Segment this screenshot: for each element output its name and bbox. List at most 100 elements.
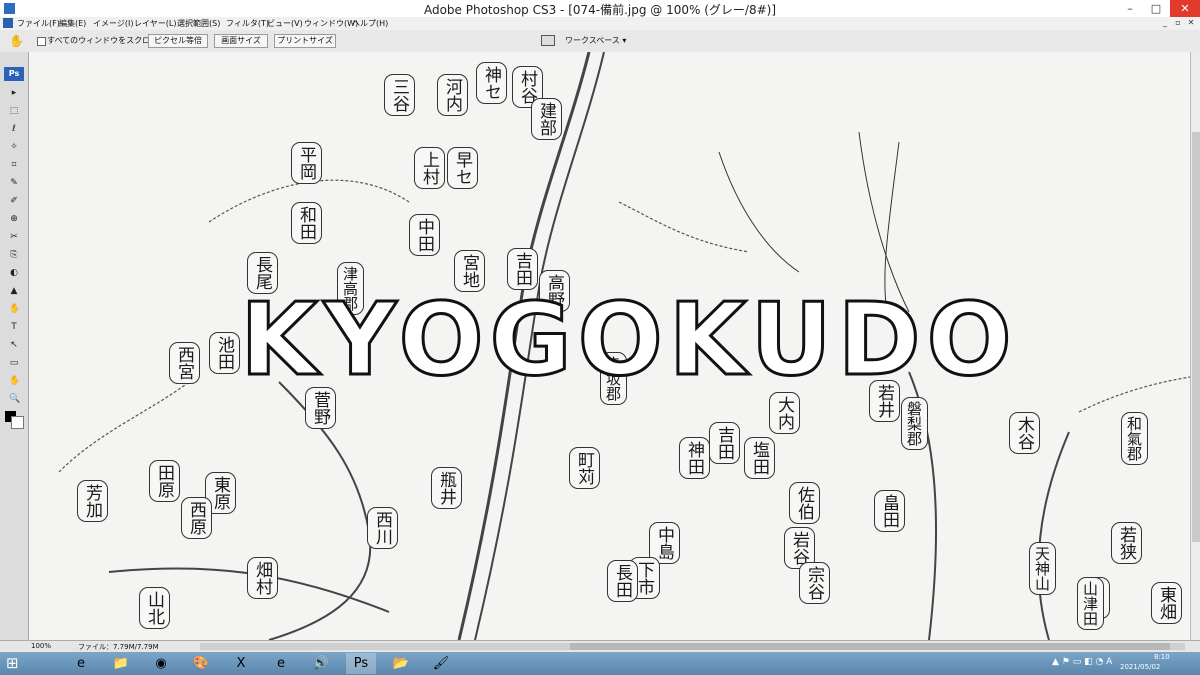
document-info[interactable]: ファイル：7.79M/7.79M <box>78 642 159 652</box>
workspace-icon[interactable] <box>541 35 555 46</box>
tool-10-icon[interactable]: ◐ <box>9 268 19 278</box>
tool-15-icon[interactable]: ▭ <box>9 358 19 368</box>
tool-1-icon[interactable]: ⬚ <box>9 106 19 116</box>
tool-4-icon[interactable]: ⌗ <box>9 160 19 170</box>
scroll-all-windows-checkbox[interactable] <box>37 37 46 46</box>
tool-9-icon[interactable]: ⎘ <box>9 250 19 260</box>
doc-minimize-button[interactable]: _ <box>1160 18 1170 28</box>
fit-screen-button[interactable]: 画面サイズ <box>214 34 268 48</box>
map-label: 河内 <box>437 74 468 116</box>
zoom-level[interactable]: 100% <box>31 642 51 650</box>
clock-date[interactable]: 2021/05/02 <box>1120 663 1160 671</box>
explorer-icon[interactable]: 📁 <box>106 653 136 674</box>
tool-5-icon[interactable]: ✎ <box>9 178 19 188</box>
map-label: 畑村 <box>247 557 278 599</box>
map-label: 天神山 <box>1029 542 1056 595</box>
menu-layer[interactable]: レイヤー(L) <box>134 17 176 30</box>
document-canvas[interactable]: 河内 三谷 神セ 村谷 建部 平岡 和田 長尾 津高郡 上村 早セ 中田 宮地 吉田 高野 池田 西宮 菅野 赤坂郡… <box>29 52 1190 640</box>
map-label: 神田 <box>679 437 710 479</box>
tool-7-icon[interactable]: ⊕ <box>9 214 19 224</box>
minimize-button[interactable]: – <box>1118 0 1142 17</box>
edge-icon[interactable]: e <box>266 653 296 674</box>
system-tray-icons[interactable]: ▲ ⚑ ▭ ◧ ◔ A <box>1052 657 1112 667</box>
menu-help[interactable]: ヘルプ(H) <box>352 17 388 30</box>
map-label: 山北 <box>139 587 170 629</box>
menu-view[interactable]: ビュー(V) <box>267 17 303 30</box>
tool-8-icon[interactable]: ✂ <box>9 232 19 242</box>
photoshop-icon[interactable]: Ps <box>346 653 376 674</box>
map-label: 三谷 <box>384 74 415 116</box>
map-label: 磐梨郡 <box>901 397 928 450</box>
map-label: 若狭 <box>1111 522 1142 564</box>
toolbox-panel: Ps ▸ ⬚ ℓ ✧ ⌗ ✎ ✐ ⊕ ✂ ⎘ ◐ ▲ ✋ T ↖ ▭ ✋ 🔍 <box>0 52 29 640</box>
paint-app-icon[interactable]: 🎨 <box>186 653 216 674</box>
windows-taskbar: ⊞ e 📁 ◉ 🎨 Xe 🔊 Ps 📂 🖌 ▲ ⚑ ▭ ◧ ◔ A 8:10 2021/05/0… <box>0 652 1200 675</box>
document-icon[interactable] <box>3 18 13 28</box>
doc-restore-button[interactable]: ▫ <box>1173 18 1183 28</box>
map-label: 木谷 <box>1009 412 1040 454</box>
print-size-button[interactable]: プリントサイズ <box>274 34 336 48</box>
tool-17-icon[interactable]: 🔍 <box>9 394 20 404</box>
tool-13-icon[interactable]: T <box>9 322 19 332</box>
photoshop-logo: Ps <box>4 67 24 81</box>
tool-16-icon[interactable]: ✋ <box>9 376 20 386</box>
map-label: 上村 <box>414 147 445 189</box>
ie-icon[interactable]: e <box>66 653 96 674</box>
tool-12-icon[interactable]: ✋ <box>9 304 20 314</box>
map-label: 田原 <box>149 460 180 502</box>
close-button[interactable]: ✕ <box>1170 0 1200 17</box>
map-label: 西川 <box>367 507 398 549</box>
tool-11-icon[interactable]: ▲ <box>9 286 19 296</box>
menu-select[interactable]: 選択範囲(S) <box>177 17 220 30</box>
folder-icon[interactable]: 📂 <box>386 653 416 674</box>
map-label: 塩田 <box>744 437 775 479</box>
maximize-button[interactable]: □ <box>1144 0 1168 17</box>
hand-tool-icon[interactable]: ✋ <box>9 34 24 48</box>
map-label: 中田 <box>409 214 440 256</box>
excel-icon[interactable]: X <box>226 653 256 674</box>
map-label: 早セ <box>447 147 478 189</box>
actual-pixels-button[interactable]: ピクセル等倍 <box>148 34 208 48</box>
vertical-scrollbar-thumb[interactable] <box>1192 132 1200 542</box>
paint-brush-icon[interactable]: 🖌 <box>426 653 456 674</box>
map-label: 町苅 <box>569 447 600 489</box>
menu-file[interactable]: ファイル(F) <box>17 17 60 30</box>
map-label: 和氣郡 <box>1121 412 1148 465</box>
map-label: 畠田 <box>874 490 905 532</box>
tool-3-icon[interactable]: ✧ <box>9 142 19 152</box>
title-bar: Adobe Photoshop CS3 - [074-備前.jpg @ 100%… <box>0 0 1200 17</box>
tool-14-icon[interactable]: ↖ <box>9 340 19 350</box>
map-label: 西原 <box>181 497 212 539</box>
menu-image[interactable]: イメージ(I) <box>93 17 133 30</box>
horizontal-scrollbar[interactable] <box>200 643 1185 650</box>
window-title: Adobe Photoshop CS3 - [074-備前.jpg @ 100%… <box>423 3 777 17</box>
windows-start-icon[interactable]: ⊞ <box>6 655 19 672</box>
tool-2-icon[interactable]: ℓ <box>9 124 19 134</box>
map-label: 建部 <box>531 98 562 140</box>
chrome-icon[interactable]: ◉ <box>146 653 176 674</box>
menu-bar: ファイル(F) 編集(E) イメージ(I) レイヤー(L) 選択範囲(S) フィ… <box>0 17 1200 30</box>
map-label: 平岡 <box>291 142 322 184</box>
menu-filter[interactable]: フィルタ(T) <box>226 17 269 30</box>
map-label: 瓶井 <box>431 467 462 509</box>
map-label: 宗谷 <box>799 562 830 604</box>
clock-time[interactable]: 8:10 <box>1154 653 1170 661</box>
map-label: 東畑 <box>1151 582 1182 624</box>
doc-close-button[interactable]: ✕ <box>1186 18 1196 28</box>
menu-window[interactable]: ウィンドウ(W) <box>304 17 358 30</box>
workspace-menu[interactable]: ワークスペース ▾ <box>565 35 626 46</box>
map-label: 吉田 <box>709 422 740 464</box>
watermark-text: KYOGOKUDO <box>239 280 1018 400</box>
map-label: 山津田 <box>1077 577 1104 630</box>
options-bar: ✋ すべてのウィンドウをスクロール ピクセル等倍 画面サイズ プリントサイズ ワ… <box>0 30 1200 53</box>
tool-0-icon[interactable]: ▸ <box>9 88 19 98</box>
horizontal-scrollbar-thumb[interactable] <box>570 643 1170 650</box>
speaker-app-icon[interactable]: 🔊 <box>306 653 336 674</box>
background-color-swatch[interactable] <box>11 416 24 429</box>
map-label: 神セ <box>476 62 507 104</box>
map-label: 和田 <box>291 202 322 244</box>
menu-edit[interactable]: 編集(E) <box>59 17 86 30</box>
vertical-scrollbar[interactable] <box>1190 52 1200 640</box>
map-label: 長田 <box>607 560 638 602</box>
tool-6-icon[interactable]: ✐ <box>9 196 19 206</box>
